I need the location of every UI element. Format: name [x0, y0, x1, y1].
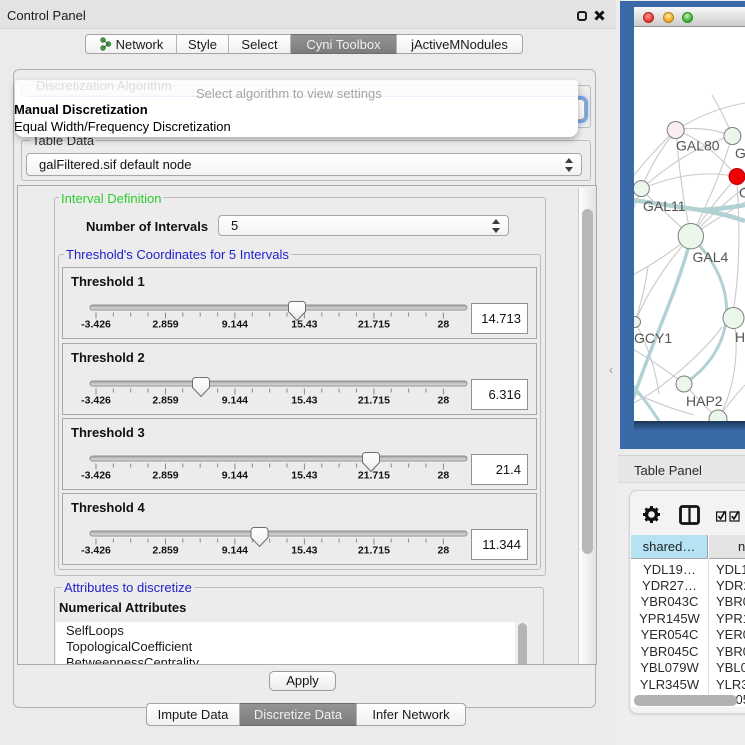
svg-text:GAL4: GAL4	[693, 249, 729, 265]
svg-text:G: G	[735, 145, 745, 161]
svg-text:GAL80: GAL80	[676, 138, 720, 154]
svg-text:C: C	[739, 185, 745, 201]
svg-text:HAP2: HAP2	[686, 393, 723, 409]
svg-text:H: H	[735, 329, 745, 345]
svg-text:GCY1: GCY1	[634, 330, 672, 346]
svg-text:GAL11: GAL11	[643, 198, 686, 214]
